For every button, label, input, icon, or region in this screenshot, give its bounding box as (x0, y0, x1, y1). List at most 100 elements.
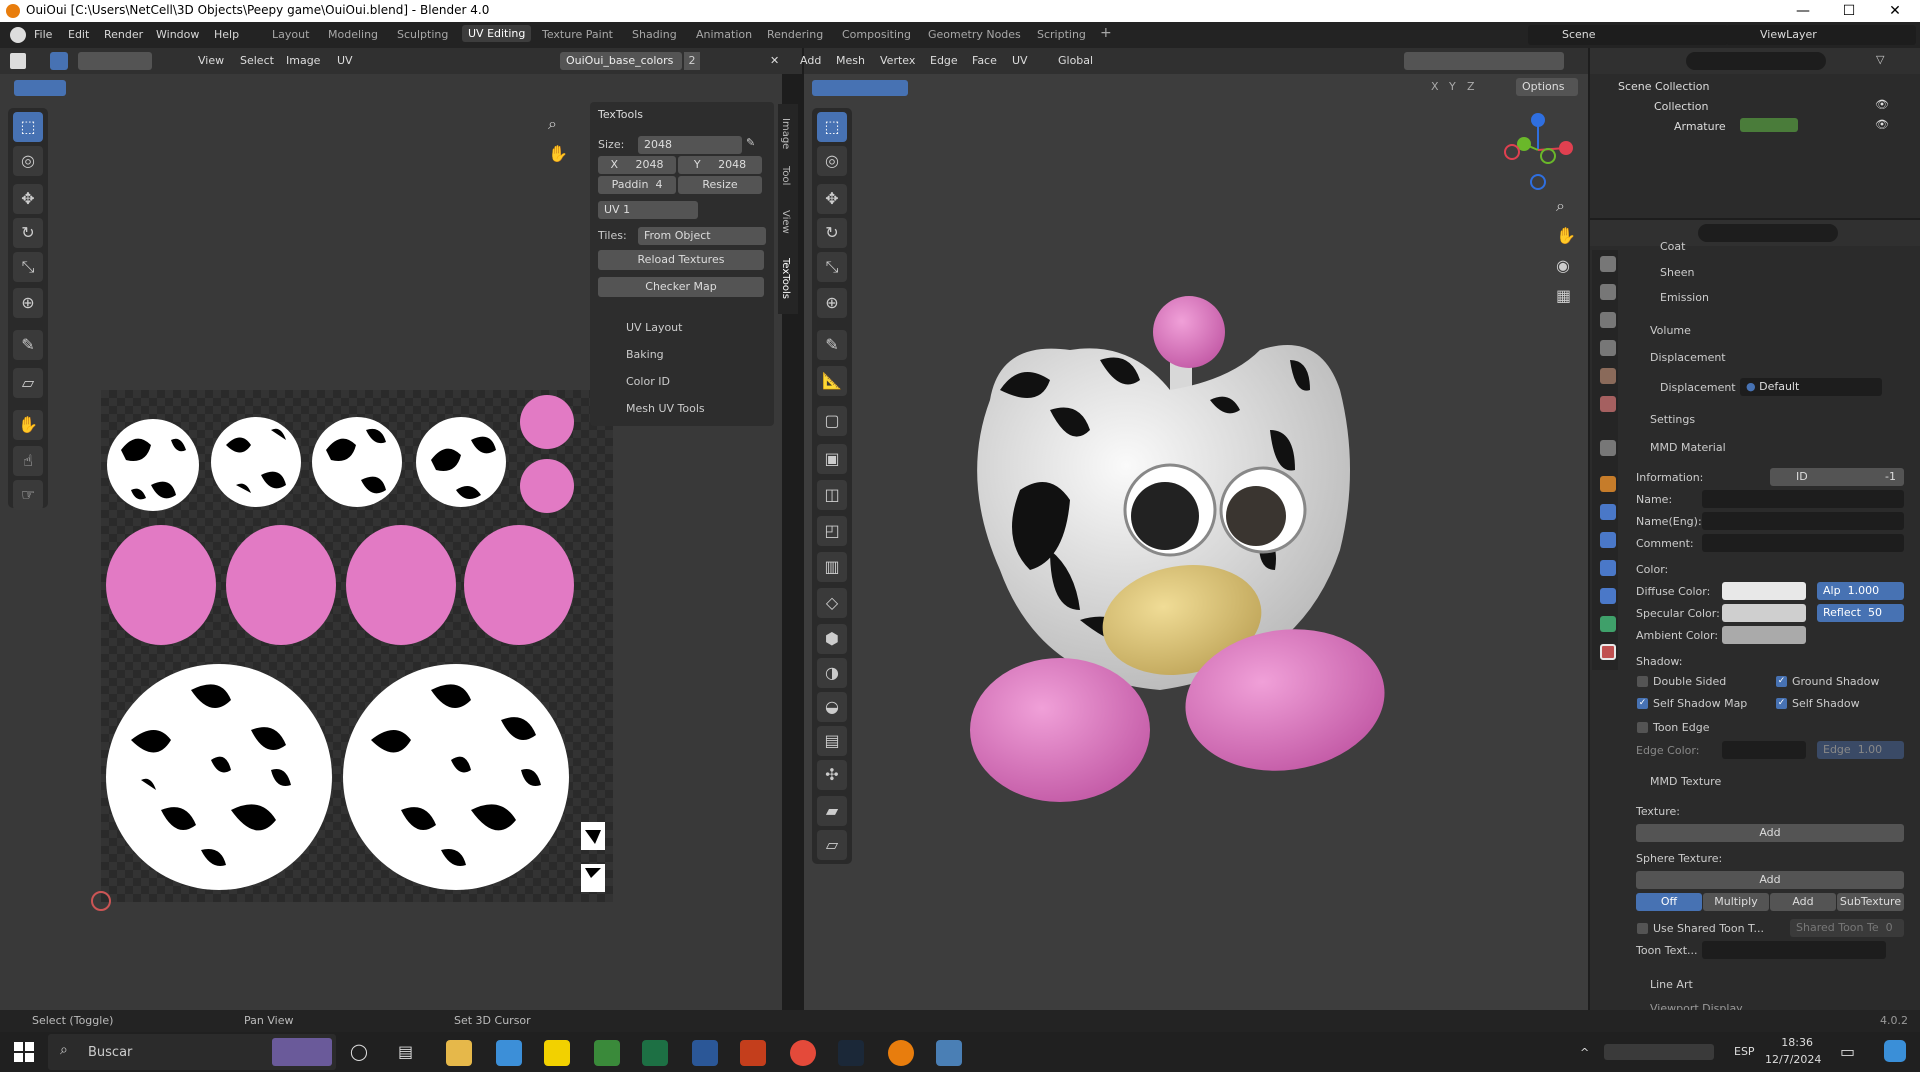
image-name-field[interactable]: OuiOui_base_colors (560, 52, 682, 70)
vp-loopcut-tool-icon[interactable]: ▥ (817, 552, 847, 582)
ground-shadow-checkbox[interactable]: ✓ (1776, 676, 1787, 687)
word-icon[interactable] (692, 1040, 718, 1066)
file-explorer-icon[interactable] (446, 1040, 472, 1066)
outliner-collection[interactable]: Collection (1654, 100, 1708, 113)
vp-edge-slide-tool-icon[interactable]: ▤ (817, 726, 847, 756)
emission-section[interactable]: Emission (1660, 291, 1709, 304)
pinch-tool-icon[interactable]: ☞ (13, 480, 43, 510)
cursor-tool-icon[interactable]: ◎ (13, 146, 43, 176)
toon-edge-checkbox[interactable] (1637, 722, 1648, 733)
name-input[interactable] (1702, 490, 1904, 508)
comment-input[interactable] (1702, 534, 1904, 552)
uv-menu-image[interactable]: Image (286, 54, 320, 67)
modifier-tab-icon[interactable] (1600, 504, 1616, 520)
shared-toon-field[interactable]: Shared Toon Te 0 (1790, 919, 1904, 937)
tiles-dropdown[interactable]: From Object (638, 227, 766, 245)
output-tab-icon[interactable] (1600, 312, 1616, 328)
properties-search-input[interactable] (1698, 224, 1838, 242)
outliner-armature[interactable]: Armature (1674, 120, 1726, 133)
clock-time[interactable]: 18:36 (1773, 1036, 1813, 1049)
mesh-select-mode-icons[interactable] (812, 80, 908, 96)
uv-map-dropdown[interactable]: UV 1 (598, 201, 698, 219)
menu-file[interactable]: File (34, 28, 52, 41)
options-dropdown[interactable]: Options (1516, 78, 1578, 96)
physics-tab-icon[interactable] (1600, 560, 1616, 576)
volume-section[interactable]: Volume (1650, 324, 1691, 337)
clock-date[interactable]: 12/7/2024 (1765, 1053, 1821, 1066)
tab-view[interactable]: View (780, 210, 791, 234)
minimize-button[interactable]: — (1780, 0, 1826, 22)
vp-zoom-icon[interactable]: ⌕ (1556, 196, 1565, 216)
view-layer-tab-icon[interactable] (1600, 340, 1616, 356)
sphere-mode-multiply[interactable]: Multiply (1703, 893, 1769, 911)
sphere-mode-add[interactable]: Add (1770, 893, 1836, 911)
object-tab-icon[interactable] (1600, 476, 1616, 492)
windows-start-icon[interactable] (14, 1042, 34, 1062)
app-taskbar-icon[interactable] (936, 1040, 962, 1066)
info-id-field[interactable]: ID -1 (1770, 468, 1904, 486)
sphere-mode-off[interactable]: Off (1636, 893, 1702, 911)
mmd-texture-section[interactable]: MMD Texture (1650, 775, 1721, 788)
outliner-scene-collection[interactable]: Scene Collection (1618, 80, 1709, 93)
tab-texture-paint[interactable]: Texture Paint (542, 28, 613, 41)
tab-sculpting[interactable]: Sculpting (397, 28, 448, 41)
baking-section[interactable]: Baking (592, 345, 772, 365)
mmd-material-section[interactable]: MMD Material (1650, 441, 1726, 454)
uv-menu-view[interactable]: View (198, 54, 224, 67)
sphere-texture-add-button[interactable]: Add (1636, 871, 1904, 889)
toon-texture-input[interactable] (1702, 941, 1886, 959)
vp-menu-mesh[interactable]: Mesh (836, 54, 865, 67)
taskbar-search-input[interactable]: ⌕ Buscar (48, 1034, 336, 1070)
filter-icon[interactable]: ▽ (1876, 53, 1884, 66)
tab-compositing[interactable]: Compositing (842, 28, 911, 41)
reflect-field[interactable]: Reflect 50 (1817, 604, 1904, 622)
ambient-color-swatch[interactable] (1722, 626, 1806, 644)
sheen-section[interactable]: Sheen (1660, 266, 1694, 279)
tab-scripting[interactable]: Scripting (1037, 28, 1086, 41)
uv-select-mode-icons[interactable] (14, 80, 66, 96)
edge-color-swatch[interactable] (1722, 741, 1806, 759)
widgets-icon[interactable]: ▤ (398, 1042, 413, 1061)
vp-menu-vertex[interactable]: Vertex (880, 54, 915, 67)
menu-window[interactable]: Window (156, 28, 199, 41)
steam-icon[interactable] (838, 1040, 864, 1066)
2d-cursor-icon[interactable] (91, 891, 111, 911)
resize-button[interactable]: Resize (678, 176, 762, 194)
vp-camera-icon[interactable]: ◉ (1556, 256, 1570, 275)
vp-smooth-tool-icon[interactable]: ◒ (817, 692, 847, 722)
diffuse-color-swatch[interactable] (1722, 582, 1806, 600)
chrome-icon[interactable] (790, 1040, 816, 1066)
particles-tab-icon[interactable] (1600, 532, 1616, 548)
vp-rotate-tool-icon[interactable]: ↻ (817, 218, 847, 248)
close-button[interactable]: ✕ (1872, 0, 1918, 22)
textools-title[interactable]: TexTools (598, 108, 643, 121)
alpha-field[interactable]: Alp 1.000 (1817, 582, 1904, 600)
vp-add-cube-tool-icon[interactable]: ▢ (817, 406, 847, 436)
menu-render[interactable]: Render (104, 28, 143, 41)
vp-bevel-tool-icon[interactable]: ◰ (817, 516, 847, 546)
tab-tool[interactable]: Tool (780, 166, 791, 185)
armature-modifier-icons[interactable] (1740, 118, 1798, 132)
vp-pan-icon[interactable]: ✋ (1556, 226, 1576, 245)
vp-menu-edge[interactable]: Edge (930, 54, 958, 67)
tab-layout[interactable]: Layout (272, 28, 309, 41)
tab-uv-editing[interactable]: UV Editing (462, 25, 532, 42)
system-tray-icons[interactable] (1604, 1044, 1714, 1060)
select-box-tool-icon[interactable]: ⬚ (13, 112, 43, 142)
language-indicator[interactable]: ESP (1734, 1045, 1755, 1058)
vp-spin-tool-icon[interactable]: ◑ (817, 658, 847, 688)
view-layer-selector[interactable]: ViewLayer (1726, 25, 1916, 45)
select-mode-icons[interactable] (78, 52, 152, 70)
vp-menu-add[interactable]: Add (800, 54, 821, 67)
calculator-icon[interactable] (496, 1040, 522, 1066)
edge-field[interactable]: Edge 1.00 (1817, 741, 1904, 759)
navigation-gizmo[interactable] (1496, 108, 1576, 192)
tab-shading[interactable]: Shading (632, 28, 677, 41)
tab-rendering[interactable]: Rendering (767, 28, 823, 41)
tab-textools[interactable]: TexTools (780, 258, 791, 299)
line-art-section[interactable]: Line Art (1650, 978, 1693, 991)
color-id-section[interactable]: Color ID (592, 372, 772, 392)
tab-image[interactable]: Image (780, 118, 791, 149)
size-x-field[interactable]: X 2048 (598, 156, 676, 174)
specular-color-swatch[interactable] (1722, 604, 1806, 622)
